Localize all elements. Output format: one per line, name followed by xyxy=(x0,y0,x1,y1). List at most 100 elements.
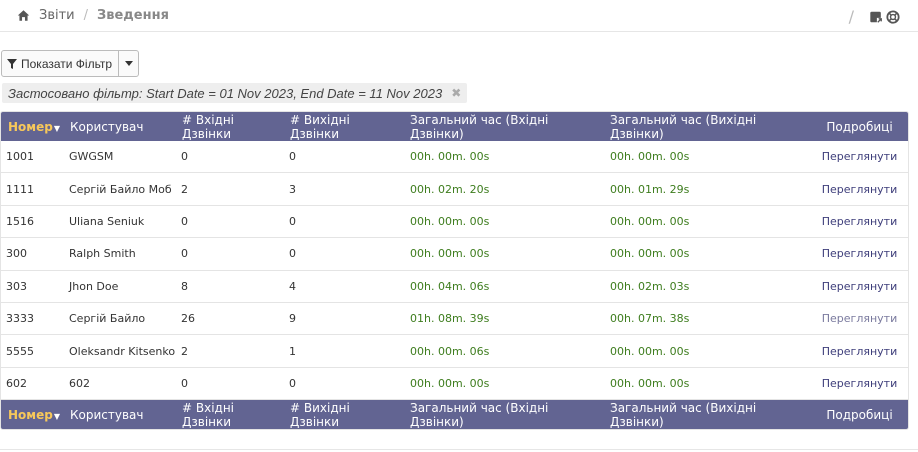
cell-outgoing-time: 00h. 02m. 03s xyxy=(610,279,690,293)
view-details-link[interactable]: Переглянути xyxy=(811,377,908,390)
column-header-incoming[interactable]: # Вхідні Дзвінки xyxy=(177,113,285,141)
cell-user: 602 xyxy=(69,376,90,390)
cell-outgoing: 1 xyxy=(289,344,296,358)
close-icon[interactable]: ✖ xyxy=(451,86,461,100)
cell-incoming: 0 xyxy=(181,376,188,390)
footer-header-outgoing-time[interactable]: Загальний час (Вихідні Дзвінки) xyxy=(602,401,811,429)
breadcrumb: Звіти / Зведення xyxy=(17,8,169,23)
breadcrumb-separator: / xyxy=(83,8,89,23)
cell-number: 602 xyxy=(6,376,27,390)
cell-incoming-time: 00h. 00m. 00s xyxy=(410,150,490,164)
filter-button-group: Показати Фільтр xyxy=(1,50,140,77)
cell-outgoing-time: 00h. 01m. 29s xyxy=(610,182,690,196)
cell-number: 1001 xyxy=(6,150,34,164)
table-row: 5555 Oleksandr Kitsenko 2 1 00h. 00m. 06… xyxy=(1,335,908,368)
cell-user: Oleksandr Kitsenko xyxy=(69,344,176,358)
filter-dropdown-toggle[interactable] xyxy=(119,51,138,76)
column-header-user[interactable]: Користувач xyxy=(65,120,177,134)
cell-outgoing: 9 xyxy=(289,312,296,326)
table-row: 3333 Сергій Байло 26 9 01h. 08m. 39s 00h… xyxy=(1,303,908,336)
top-bar: Звіти / Зведення / xyxy=(0,0,918,32)
view-details-link[interactable]: Переглянути xyxy=(811,312,908,325)
cell-outgoing-time: 00h. 00m. 00s xyxy=(610,214,690,228)
chevron-down-icon xyxy=(124,61,133,66)
cell-incoming-time: 00h. 00m. 00s xyxy=(410,376,490,390)
cell-outgoing-time: 00h. 00m. 00s xyxy=(610,150,690,164)
column-header-outgoing-time[interactable]: Загальний час (Вихідні Дзвінки) xyxy=(602,113,811,141)
help-icon[interactable] xyxy=(886,9,900,24)
column-header-outgoing[interactable]: # Вихідні Дзвінки xyxy=(285,113,402,141)
column-header-number[interactable]: Номер▼ xyxy=(1,120,65,134)
topbar-separator: / xyxy=(848,7,854,26)
cell-outgoing-time: 00h. 00m. 00s xyxy=(610,344,690,358)
table-row: 602 602 0 0 00h. 00m. 00s 00h. 00m. 00s … xyxy=(1,368,908,401)
cell-outgoing: 0 xyxy=(289,247,296,261)
breadcrumb-current: Зведення xyxy=(97,8,169,23)
table-header: Номер▼ Користувач # Вхідні Дзвінки # Вих… xyxy=(1,112,908,141)
cell-outgoing: 3 xyxy=(289,182,296,196)
cell-outgoing: 0 xyxy=(289,150,296,164)
cell-outgoing: 0 xyxy=(289,214,296,228)
footer-header-outgoing[interactable]: # Вихідні Дзвінки xyxy=(285,401,402,429)
cell-incoming: 2 xyxy=(181,344,188,358)
table-row: 303 Jhon Doe 8 4 00h. 04m. 06s 00h. 02m.… xyxy=(1,271,908,303)
cell-incoming-time: 00h. 04m. 06s xyxy=(410,279,490,293)
footer-header-user[interactable]: Користувач xyxy=(65,408,177,422)
cell-incoming-time: 00h. 00m. 00s xyxy=(410,247,490,261)
topbar-actions: / xyxy=(849,7,900,26)
cell-incoming-time: 00h. 00m. 00s xyxy=(410,214,490,228)
cell-number: 5555 xyxy=(6,344,34,358)
footer-header-number[interactable]: Номер▼ xyxy=(1,408,65,422)
cell-incoming: 0 xyxy=(181,247,188,261)
cell-user: Uliana Seniuk xyxy=(69,214,145,228)
cell-incoming-time: 00h. 02m. 20s xyxy=(410,182,490,196)
column-header-incoming-time[interactable]: Загальний час (Вхідні Дзвінки) xyxy=(402,113,602,141)
cell-user: Ralph Smith xyxy=(69,247,136,261)
export-icon[interactable] xyxy=(869,10,883,24)
home-icon[interactable] xyxy=(17,9,30,22)
cell-user: GWGSM xyxy=(69,150,114,164)
view-details-link[interactable]: Переглянути xyxy=(811,345,908,358)
footer-header-details: Подробиці xyxy=(826,407,893,422)
show-filter-button[interactable]: Показати Фільтр xyxy=(2,51,120,76)
divider xyxy=(0,449,918,450)
table-footer: Номер▼ Користувач # Вхідні Дзвінки # Вих… xyxy=(1,400,908,430)
cell-incoming: 0 xyxy=(181,150,188,164)
cell-user: Jhon Doe xyxy=(69,279,119,293)
cell-outgoing: 4 xyxy=(289,279,296,293)
table-row: 300 Ralph Smith 0 0 00h. 00m. 00s 00h. 0… xyxy=(1,238,908,271)
table-row: 1111 Сергій Байло Моб 2 3 00h. 02m. 20s … xyxy=(1,173,908,206)
table-row: 1516 Uliana Seniuk 0 0 00h. 00m. 00s 00h… xyxy=(1,206,908,239)
footer-header-incoming[interactable]: # Вхідні Дзвінки xyxy=(177,401,285,429)
view-details-link[interactable]: Переглянути xyxy=(811,215,908,228)
cell-incoming: 8 xyxy=(181,279,188,293)
cell-incoming-time: 00h. 00m. 06s xyxy=(410,344,490,358)
cell-user: Сергій Байло Моб xyxy=(69,182,172,196)
view-details-link[interactable]: Переглянути xyxy=(811,183,908,196)
breadcrumb-reports[interactable]: Звіти xyxy=(39,8,75,23)
cell-number: 1111 xyxy=(6,182,34,196)
cell-user: Сергій Байло xyxy=(69,312,146,326)
footer-header-incoming-time[interactable]: Загальний час (Вхідні Дзвінки) xyxy=(402,401,602,429)
cell-outgoing-time: 00h. 00m. 00s xyxy=(610,376,690,390)
cell-outgoing: 0 xyxy=(289,376,296,390)
cell-outgoing-time: 00h. 00m. 00s xyxy=(610,247,690,261)
applied-filter-tag: Застосовано фільтр: Start Date = 01 Nov … xyxy=(2,83,468,103)
cell-incoming: 2 xyxy=(181,182,188,196)
cell-number: 303 xyxy=(6,279,27,293)
cell-incoming: 0 xyxy=(181,214,188,228)
sort-down-icon: ▼ xyxy=(53,411,60,421)
summary-table: Номер▼ Користувач # Вхідні Дзвінки # Вих… xyxy=(0,111,909,431)
view-details-link[interactable]: Переглянути xyxy=(811,280,908,293)
filter-icon xyxy=(7,58,17,69)
cell-incoming-time: 01h. 08m. 39s xyxy=(410,312,490,326)
cell-incoming: 26 xyxy=(181,312,195,326)
view-details-link[interactable]: Переглянути xyxy=(811,247,908,260)
applied-filter-text: Застосовано фільтр: Start Date = 01 Nov … xyxy=(8,85,443,101)
cell-outgoing-time: 00h. 07m. 38s xyxy=(610,312,690,326)
cell-number: 3333 xyxy=(6,312,34,326)
view-details-link[interactable]: Переглянути xyxy=(811,150,908,163)
cell-number: 1516 xyxy=(6,214,34,228)
column-header-details: Подробиці xyxy=(826,119,893,134)
show-filter-label: Показати Фільтр xyxy=(21,56,113,71)
